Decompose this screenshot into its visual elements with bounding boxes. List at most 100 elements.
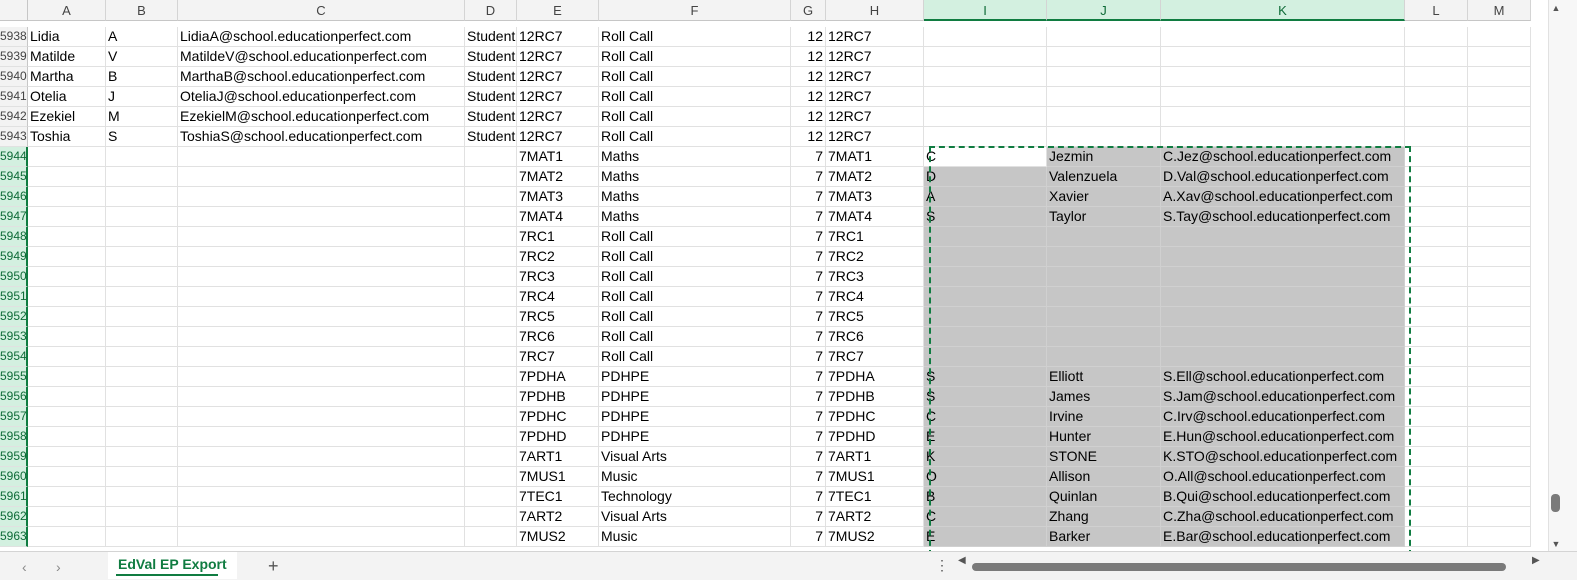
cell-i[interactable] <box>924 347 1047 367</box>
cell-l[interactable] <box>1405 67 1468 87</box>
cell-e[interactable]: 7ART2 <box>517 507 599 527</box>
row-header[interactable]: 5945 <box>0 167 28 187</box>
column-header-l[interactable]: L <box>1405 0 1468 21</box>
row-header[interactable]: 5951 <box>0 287 28 307</box>
cell-i[interactable]: S <box>924 207 1047 227</box>
cell-i[interactable]: B <box>924 487 1047 507</box>
cell-i[interactable]: E <box>924 427 1047 447</box>
cell-h[interactable]: 7RC1 <box>826 227 924 247</box>
cell-f[interactable]: Visual Arts <box>599 507 791 527</box>
cell-m[interactable] <box>1468 307 1531 327</box>
cell-k[interactable]: A.Xav@school.educationperfect.com <box>1161 187 1405 207</box>
cell-e[interactable]: 7RC3 <box>517 267 599 287</box>
select-all-corner[interactable] <box>0 0 28 21</box>
cell-k[interactable] <box>1161 267 1405 287</box>
cell-f[interactable]: Roll Call <box>599 347 791 367</box>
cell-b[interactable] <box>106 147 178 167</box>
cell-j[interactable]: Taylor <box>1047 207 1161 227</box>
cell-d[interactable]: Student <box>465 47 517 67</box>
cell-f[interactable]: Roll Call <box>599 247 791 267</box>
vertical-scrollbar[interactable] <box>1548 0 1577 551</box>
cell-d[interactable]: Student <box>465 87 517 107</box>
cell-m[interactable] <box>1468 507 1531 527</box>
scroll-up-icon[interactable]: ▲ <box>1550 3 1562 13</box>
cell-b[interactable]: A <box>106 27 178 47</box>
cell-g[interactable]: 7 <box>791 507 826 527</box>
cell-a[interactable] <box>28 387 106 407</box>
cell-f[interactable]: Visual Arts <box>599 447 791 467</box>
cell-e[interactable]: 7RC6 <box>517 327 599 347</box>
cell-c[interactable] <box>178 407 465 427</box>
cell-g[interactable]: 7 <box>791 387 826 407</box>
cell-d[interactable] <box>465 207 517 227</box>
cell-e[interactable]: 7PDHC <box>517 407 599 427</box>
cell-j[interactable] <box>1047 227 1161 247</box>
cell-d[interactable] <box>465 367 517 387</box>
cell-g[interactable]: 7 <box>791 267 826 287</box>
row-header[interactable]: 5941 <box>0 87 28 107</box>
cell-i[interactable] <box>924 87 1047 107</box>
cell-c[interactable] <box>178 527 465 547</box>
cell-j[interactable] <box>1047 27 1161 47</box>
cell-f[interactable]: PDHPE <box>599 427 791 447</box>
row-header[interactable]: 5953 <box>0 327 28 347</box>
row-header[interactable]: 5938 <box>0 27 28 47</box>
cell-h[interactable]: 12RC7 <box>826 27 924 47</box>
cell-k[interactable] <box>1161 307 1405 327</box>
cell-g[interactable]: 7 <box>791 487 826 507</box>
cell-b[interactable] <box>106 387 178 407</box>
column-header-b[interactable]: B <box>106 0 178 21</box>
cell-m[interactable] <box>1468 87 1531 107</box>
cell-m[interactable] <box>1468 227 1531 247</box>
cell-j[interactable]: STONE <box>1047 447 1161 467</box>
cell-d[interactable] <box>465 247 517 267</box>
cell-f[interactable]: Roll Call <box>599 267 791 287</box>
cell-l[interactable] <box>1405 127 1468 147</box>
cell-a[interactable] <box>28 487 106 507</box>
cell-k[interactable] <box>1161 47 1405 67</box>
cell-f[interactable]: PDHPE <box>599 367 791 387</box>
row-header[interactable]: 5963 <box>0 527 28 547</box>
cell-l[interactable] <box>1405 47 1468 67</box>
cell-i[interactable] <box>924 327 1047 347</box>
cell-l[interactable] <box>1405 407 1468 427</box>
cell-m[interactable] <box>1468 347 1531 367</box>
cell-a[interactable] <box>28 407 106 427</box>
cell-g[interactable]: 7 <box>791 327 826 347</box>
cell-k[interactable] <box>1161 247 1405 267</box>
cell-g[interactable]: 7 <box>791 247 826 267</box>
cell-a[interactable] <box>28 367 106 387</box>
cell-m[interactable] <box>1468 427 1531 447</box>
cell-c[interactable] <box>178 187 465 207</box>
cell-f[interactable]: PDHPE <box>599 407 791 427</box>
cell-a[interactable] <box>28 447 106 467</box>
cell-h[interactable]: 7RC2 <box>826 247 924 267</box>
cell-h[interactable]: 7PDHB <box>826 387 924 407</box>
cell-a[interactable]: Otelia <box>28 87 106 107</box>
cell-i[interactable]: A <box>924 187 1047 207</box>
cell-c[interactable] <box>178 487 465 507</box>
cell-i[interactable]: D <box>924 167 1047 187</box>
cell-d[interactable] <box>465 227 517 247</box>
cell-e[interactable]: 12RC7 <box>517 127 599 147</box>
chevron-left-icon[interactable]: ‹ <box>22 559 27 575</box>
cell-e[interactable]: 7RC7 <box>517 347 599 367</box>
cell-h[interactable]: 7MUS2 <box>826 527 924 547</box>
cell-e[interactable]: 12RC7 <box>517 47 599 67</box>
cell-k[interactable]: C.Irv@school.educationperfect.com <box>1161 407 1405 427</box>
cell-k[interactable]: S.Ell@school.educationperfect.com <box>1161 367 1405 387</box>
column-header-i[interactable]: I <box>924 0 1047 21</box>
column-header-f[interactable]: F <box>599 0 791 21</box>
cell-j[interactable]: Valenzuela <box>1047 167 1161 187</box>
cell-i[interactable] <box>924 247 1047 267</box>
row-header[interactable]: 5954 <box>0 347 28 367</box>
cell-h[interactable]: 7PDHD <box>826 427 924 447</box>
cell-h[interactable]: 7PDHA <box>826 367 924 387</box>
cell-i[interactable] <box>924 67 1047 87</box>
cell-m[interactable] <box>1468 207 1531 227</box>
cell-c[interactable] <box>178 267 465 287</box>
cell-l[interactable] <box>1405 167 1468 187</box>
cell-j[interactable]: Hunter <box>1047 427 1161 447</box>
cell-g[interactable]: 7 <box>791 427 826 447</box>
cell-h[interactable]: 12RC7 <box>826 47 924 67</box>
